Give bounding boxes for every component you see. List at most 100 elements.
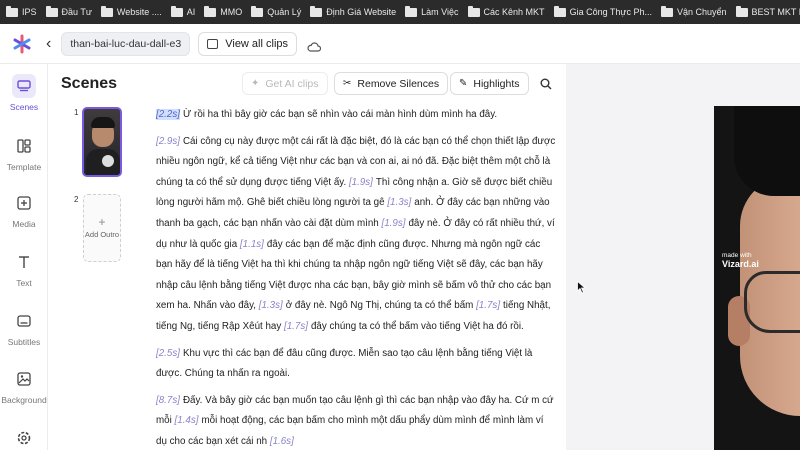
project-name[interactable]: than-bai-luc-dau-dall-e3 (61, 31, 191, 56)
sidebar-item-subtitles[interactable]: Subtitles (0, 309, 48, 347)
bookmark-label: BEST MKT PTL (751, 7, 800, 17)
get-ai-clips-label: Get AI clips (265, 77, 319, 90)
transcript-paragraph[interactable]: [8.7s] Đấy. Và bây giờ các bạn muốn tạo c… (156, 391, 556, 450)
cloud-sync-icon[interactable] (307, 39, 322, 52)
transcript-text[interactable]: Khu vực thì các bạn để đâu cũng được. Mi… (156, 348, 532, 380)
bookmark-label: Website .... (116, 7, 162, 17)
subtitles-icon (12, 309, 36, 333)
timestamp-marker[interactable]: [1.1s] (240, 239, 264, 250)
clips-icon (207, 38, 219, 49)
background-icon (12, 367, 36, 391)
bookmarks-bar: IPS Đầu Tư Website .... AI MMO Quản Lý Định Gi… (0, 0, 800, 24)
folder-icon (6, 5, 18, 17)
timestamp-marker[interactable]: [1.9s] (349, 177, 373, 188)
transcript-text[interactable]: ở đây nè. Ngô Ng Thị, chúng ta có thể bấ… (286, 300, 474, 311)
remove-silences-button[interactable]: ✂ Remove Silences (334, 72, 449, 95)
timestamp-marker[interactable]: [2.5s] (156, 348, 180, 359)
timestamp-marker[interactable]: [1.3s] (259, 300, 283, 311)
video-preview-panel: made with Vizard.ai (566, 64, 800, 450)
timestamp-marker[interactable]: [2.9s] (156, 136, 180, 147)
sidebar-label-text: Text (16, 278, 32, 288)
sidebar-item-background[interactable]: Background (0, 367, 48, 405)
highlighter-icon: ✎ (459, 78, 468, 89)
bookmark-label: Định Giá Website (326, 7, 397, 17)
folder-icon (170, 5, 183, 17)
sidebar-item-scenes[interactable]: Scenes (0, 74, 48, 112)
bookmark-label: MMO (220, 7, 243, 17)
bookmark-item[interactable]: BEST MKT PTL (735, 5, 800, 17)
bookmark-item[interactable]: IPS (6, 5, 37, 17)
settings-icon (12, 426, 36, 450)
get-ai-clips-button[interactable]: ✦ Get AI clips (242, 72, 328, 95)
cut-icon: ✂ (343, 78, 352, 89)
scene-number: 1 (74, 108, 79, 117)
bookmark-item[interactable]: Các Kênh MKT (467, 5, 545, 17)
folder-icon (45, 5, 58, 17)
folder-icon (660, 5, 673, 17)
bookmark-label: Các Kênh MKT (483, 7, 545, 17)
text-icon (12, 250, 36, 274)
highlights-button[interactable]: ✎ Highlights (450, 72, 529, 95)
watermark-small-text: made with (722, 252, 752, 259)
bookmark-label: Đầu Tư (61, 7, 92, 17)
scenes-panel: Scenes ✦ Get AI clips ✂ Remove Silences … (48, 64, 566, 450)
back-arrow-icon[interactable]: ‹ (46, 35, 51, 52)
page-title: Scenes (61, 75, 118, 92)
sidebar-item-template[interactable]: Template (0, 134, 48, 172)
highlights-label: Highlights (473, 77, 520, 90)
sidebar-item-media[interactable]: Media (0, 191, 48, 229)
transcript-text[interactable]: Ừ rồi ha thì bây giờ các bạn sẽ nhìn vào… (183, 109, 497, 120)
sidebar-item-settings[interactable] (0, 426, 48, 450)
video-preview[interactable]: made with Vizard.ai (714, 106, 800, 450)
view-all-clips-label: View all clips (225, 37, 289, 50)
folder-icon (204, 5, 217, 17)
folder-icon (251, 5, 264, 17)
bookmark-item[interactable]: Gia Công Thực Ph... (553, 5, 652, 17)
sidebar-label-scenes: Scenes (9, 102, 39, 112)
timestamp-marker[interactable]: [8.7s] (156, 395, 180, 406)
app-logo-icon[interactable] (12, 34, 32, 54)
timestamp-marker[interactable]: [1.9s] (382, 218, 406, 229)
bookmark-item[interactable]: Đầu Tư (45, 5, 92, 17)
timestamp-marker[interactable]: [1.3s] (387, 197, 411, 208)
bookmark-item[interactable]: Vận Chuyển (660, 5, 727, 17)
add-outro-button[interactable]: + Add Outro (83, 194, 121, 262)
bookmark-item[interactable]: Định Giá Website (310, 5, 397, 17)
transcript-paragraph[interactable]: [2.2s] Ừ rồi ha thì bây giờ các bạn sẽ nh… (156, 105, 556, 126)
remove-silences-label: Remove Silences (357, 77, 440, 90)
bookmark-label: IPS (22, 7, 37, 17)
left-sidebar: Scenes Template Media Text Subtitles Bac… (0, 64, 48, 450)
scene-1-thumbnail[interactable] (82, 107, 122, 177)
timestamp-marker[interactable]: [2.2s] (156, 109, 180, 120)
bookmark-label: Làm Việc (421, 7, 459, 17)
sidebar-label-subtitles: Subtitles (7, 337, 41, 347)
bookmark-label: Vận Chuyển (676, 7, 727, 17)
bookmark-item[interactable]: Website .... (100, 5, 162, 17)
timestamp-marker[interactable]: [1.7s] (476, 300, 500, 311)
transcript-paragraph[interactable]: [2.5s] Khu vực thì các bạn để đâu cũng đư… (156, 344, 556, 385)
media-icon (12, 191, 36, 215)
folder-icon (310, 5, 323, 17)
sidebar-item-text[interactable]: Text (0, 250, 48, 288)
bookmark-item[interactable]: Làm Việc (405, 5, 459, 17)
transcript-text[interactable]: đây chúng ta có thể bấm vào tiếng Việt h… (311, 321, 524, 332)
bookmark-label: AI (186, 7, 196, 17)
transcript-text[interactable]: mỗi hoạt động, các bạn bấm cho mình một … (156, 415, 544, 447)
folder-icon (405, 5, 418, 17)
view-all-clips-button[interactable]: View all clips (198, 31, 298, 56)
transcript-paragraph[interactable]: [2.9s] Cái công cụ này được một cái rất l… (156, 132, 556, 338)
timestamp-marker[interactable]: [1.4s] (175, 415, 199, 426)
watermark-brand-text: Vizard.ai (722, 259, 759, 269)
bookmark-item[interactable]: Quản Lý (251, 5, 301, 17)
folder-icon (100, 5, 113, 17)
bookmark-item[interactable]: AI (170, 5, 196, 17)
top-bar: ‹ than-bai-luc-dau-dall-e3 View all clip… (0, 24, 800, 64)
template-icon (12, 134, 36, 158)
bookmark-item[interactable]: MMO (204, 5, 243, 17)
search-icon[interactable] (540, 77, 552, 90)
timestamp-marker[interactable]: [1.7s] (284, 321, 308, 332)
bookmark-label: Gia Công Thực Ph... (569, 7, 652, 17)
transcript-editor[interactable]: [2.2s] Ừ rồi ha thì bây giờ các bạn sẽ nh… (156, 105, 556, 450)
timestamp-marker[interactable]: [1.6s] (270, 436, 294, 447)
add-outro-label: Add Outro (84, 230, 120, 240)
